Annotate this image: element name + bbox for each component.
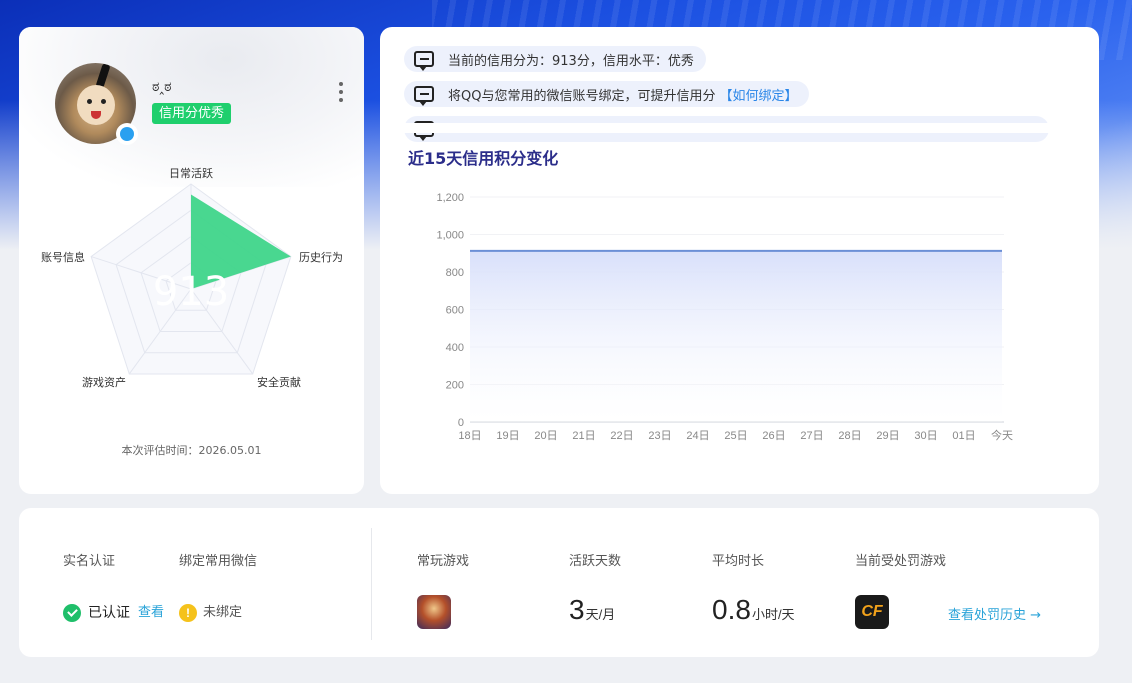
message-item: 将QQ与您常用的微信账号绑定，可提升信用分 【如何绑定】 — [404, 81, 810, 107]
wechat-label: 绑定常用微信 — [179, 554, 258, 569]
warning-icon: ! — [179, 604, 197, 622]
punished-games-label: 当前受处罚游戏 — [855, 554, 947, 569]
chart-x-tick-label: 30日 — [914, 430, 937, 442]
chart-x-tick-label: 23日 — [648, 430, 671, 442]
chart-y-tick-label: 800 — [446, 267, 464, 279]
nickname: ಠ‸ಠ — [152, 79, 172, 95]
radar-chart: 913 日常活跃 历史行为 安全贡献 游戏资产 账号信息 — [41, 166, 343, 389]
games-label: 常玩游戏 — [417, 554, 470, 569]
chart-x-tick-label: 今天 — [991, 428, 1013, 442]
check-icon — [63, 604, 81, 622]
credit-chart-card: 当前的信用分为：913分，信用水平：优秀 将QQ与您常用的微信账号绑定，可提升信… — [380, 27, 1099, 494]
more-icon[interactable] — [333, 82, 349, 102]
avg-time: 0.8小时/天 — [712, 594, 795, 626]
message-fade — [380, 123, 1099, 133]
active-days-unit: 天/月 — [585, 607, 616, 622]
active-days-label: 活跃天数 — [569, 554, 622, 569]
chart-x-tick-label: 21日 — [572, 430, 595, 442]
chart-y-tick-label: 1,000 — [436, 230, 464, 242]
qq-icon — [116, 123, 138, 145]
chart-x-ticks: 18日 19日 20日 21日 22日 23日 24日 25日 26日 27日 28日 29日 30日 0… — [458, 428, 1013, 442]
view-punish-history-link[interactable]: 查看处罚历史 → — [948, 604, 1041, 623]
message-item: 当前的信用分为：913分，信用水平：优秀 — [404, 46, 706, 72]
credit-line-chart: 0 200 400 600 800 1,000 1,200 18日 19日 20日 21日 22日 2… — [436, 192, 1013, 442]
game-icon-crossfire[interactable]: CF — [855, 595, 889, 629]
chart-x-tick-label: 27日 — [800, 430, 823, 442]
stats-card: 实名认证 绑定常用微信 已认证 查看 ! 未绑定 常玩游戏 活跃天数 3天/月 … — [19, 508, 1099, 657]
chart-x-tick-label: 24日 — [686, 430, 709, 442]
chart-y-tick-label: 0 — [458, 417, 464, 429]
chart-x-tick-label: 25日 — [724, 430, 747, 442]
chart-x-tick-label: 29日 — [876, 430, 899, 442]
game-icon-honor-of-kings[interactable] — [417, 595, 451, 629]
radar-axis-label: 历史行为 — [299, 251, 343, 264]
chart-y-tick-label: 1,200 — [436, 192, 464, 204]
chart-x-tick-label: 20日 — [534, 430, 557, 442]
avg-time-unit: 小时/天 — [751, 607, 795, 622]
chart-y-ticks: 0 200 400 600 800 1,000 1,200 — [436, 192, 464, 429]
message-text: 将QQ与您常用的微信账号绑定，可提升信用分 — [448, 88, 716, 104]
chart-y-tick-label: 600 — [446, 305, 464, 317]
realname-label: 实名认证 — [63, 554, 116, 569]
chart-x-tick-label: 18日 — [458, 430, 481, 442]
chart-x-tick-label: 26日 — [762, 430, 785, 442]
wechat-status: 未绑定 — [203, 605, 243, 620]
chart-x-tick-label: 28日 — [838, 430, 861, 442]
message-icon — [414, 51, 434, 71]
message-text: 当前的信用分为：913分，信用水平：优秀 — [448, 53, 694, 69]
avatar-eye — [87, 99, 92, 104]
radar-axis-label: 账号信息 — [41, 250, 85, 264]
radar-score: 913 — [153, 269, 229, 315]
how-to-bind-link[interactable]: 【如何绑定】 — [719, 85, 797, 104]
radar-axis-label: 日常活跃 — [169, 166, 213, 180]
avatar-face — [77, 85, 115, 125]
view-realname-link[interactable]: 查看 — [138, 604, 164, 622]
chart-y-tick-label: 400 — [446, 342, 464, 354]
chart-x-tick-label: 01日 — [952, 430, 975, 442]
chart-title: 近15天信用积分变化 — [408, 149, 559, 168]
avg-time-value: 0.8 — [712, 594, 751, 625]
message-icon — [414, 86, 434, 106]
active-days-value: 3 — [569, 594, 585, 625]
active-days: 3天/月 — [569, 594, 615, 626]
radar-axis-label: 游戏资产 — [82, 375, 126, 389]
realname-status: 已认证 — [88, 605, 130, 621]
radar-axis-label: 安全贡献 — [257, 375, 301, 389]
divider — [371, 528, 372, 640]
credit-level-tag: 信用分优秀 — [152, 103, 232, 124]
eval-time: 本次评估时间：2026.05.01 — [121, 444, 262, 457]
avatar-eye — [101, 99, 106, 104]
chart-x-tick-label: 22日 — [610, 430, 633, 442]
avg-time-label: 平均时长 — [712, 554, 765, 569]
chart-area — [470, 250, 1002, 422]
chart-x-tick-label: 19日 — [496, 430, 519, 442]
profile-card: ಠ‸ಠ 信用分优秀 913 日常活跃 历史行为 安全贡献 游戏资产 账号信息 本… — [19, 27, 364, 494]
chart-y-tick-label: 200 — [446, 380, 464, 392]
